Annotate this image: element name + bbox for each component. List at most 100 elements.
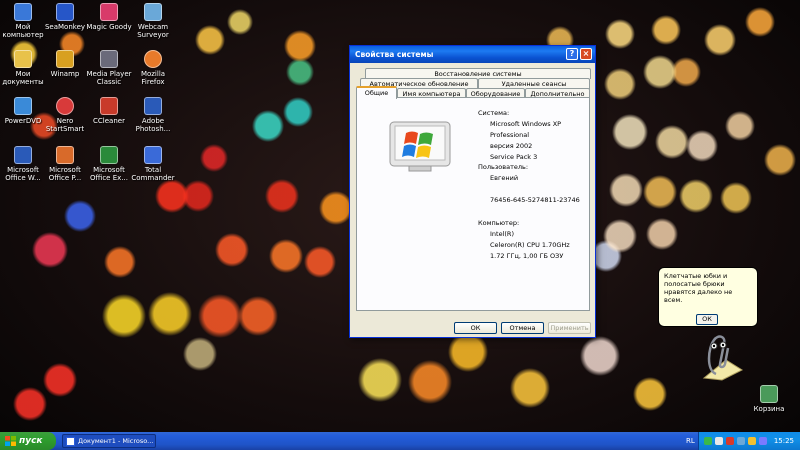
desktop-icon-firefox[interactable]: Mozilla Firefox [130,50,176,86]
system-properties-dialog: Свойства системы ? × Восстановление сист… [349,45,596,338]
tray-webcam-icon[interactable] [737,437,745,445]
desktop-icon-label: компьютер [2,31,44,39]
powerpoint-icon [56,146,74,164]
close-icon: × [582,49,590,58]
desktop-icon-label: Мои [15,70,31,78]
desktop-icon-magic-goody[interactable]: Magic Goody [86,3,132,31]
desktop-icon-winamp[interactable]: Winamp [42,50,88,78]
windows-logo-icon [389,121,451,172]
computer-line: Intel(R) [490,230,514,238]
system-tray: 15:25 [698,432,800,450]
tab-label: Общие [364,89,389,97]
general-tab-panel: Система: Microsoft Windows XP Profession… [356,97,590,311]
start-label: пуск [19,436,43,446]
apply-button[interactable]: Применить [548,322,591,334]
desktop-icon-label: Surveyor [137,31,169,39]
webcam-icon [144,3,162,21]
tray-volume-icon[interactable] [715,437,723,445]
system-line: Microsoft Windows XP [490,120,562,128]
help-button[interactable]: ? [566,48,578,60]
desktop-icon-label: Office P... [48,174,82,182]
tab-label: Удаленные сеансы [501,80,567,88]
system-info: Система: Microsoft Windows XP Profession… [478,108,561,163]
desktop-icon-ms-powerpoint[interactable]: Microsoft Office P... [42,146,88,182]
cancel-button-label: Отмена [509,324,536,332]
ok-button[interactable]: ОК [454,322,497,334]
desktop-icon-total-commander[interactable]: Total Commander [130,146,176,182]
assistant-ok-label: ОК [702,315,712,323]
apply-button-label: Применить [550,324,589,332]
product-id: 76456-645-5274811-23746 [490,196,580,204]
tray-network-icon[interactable] [704,437,712,445]
desktop-icon-label: CCleaner [93,117,125,125]
desktop-icon-my-documents[interactable]: Мои документы [0,50,46,86]
tray-media-icon[interactable] [759,437,767,445]
desktop-icon-webcam-surveyor[interactable]: Webcam Surveyor [130,3,176,39]
seamonkey-icon [56,3,74,21]
desktop-icon-label: документы [2,78,44,86]
cancel-button[interactable]: Отмена [501,322,544,334]
recycle-bin-icon [760,385,778,403]
close-button[interactable]: × [580,48,592,60]
media-player-icon [100,50,118,68]
photoshop-icon [144,97,162,115]
desktop-icon-label: PowerDVD [4,117,42,125]
user-info: Пользователь: Евгений 76456-645-5274811-… [478,162,580,206]
desktop-icon-ccleaner[interactable]: CCleaner [86,97,132,125]
desktop-icon-my-computer[interactable]: Мой компьютер [0,3,46,39]
nero-icon [56,97,74,115]
taskbar: пуск Документ1 - Microso... RL 15:25 [0,432,800,450]
desktop-icon-label: Nero [56,117,74,125]
desktop-icon-label: Корзина [753,405,785,413]
help-icon: ? [569,49,575,58]
ok-button-label: ОК [470,324,481,332]
system-line: версия 2002 [490,142,533,150]
computer-info: Компьютер: Intel(R) Celeron(R) CPU 1.70G… [478,218,570,262]
desktop-icon-ms-excel[interactable]: Microsoft Office Ex... [86,146,132,182]
firefox-icon [144,50,162,68]
word-document-icon [66,437,75,446]
desktop-icon-photoshop[interactable]: Adobe Photosh... [130,97,176,133]
user-name: Евгений [490,174,519,182]
desktop-icon-nero[interactable]: Nero StartSmart [42,97,88,133]
computer-heading: Компьютер: [478,219,520,227]
taskbar-clock[interactable]: 15:25 [774,432,794,450]
desktop-icon-label: Commander [131,174,175,182]
desktop-icon-label: Microsoft [49,166,81,174]
office-assistant-clip-icon[interactable] [696,330,748,382]
powerdvd-icon [14,97,32,115]
computer-icon [14,3,32,21]
assistant-balloon: Клетчатые юбки и полосатые брюки нравятс… [658,267,758,327]
dialog-titlebar[interactable]: Свойства системы ? × [350,46,595,63]
winamp-icon [56,50,74,68]
taskbar-item-word-document[interactable]: Документ1 - Microso... [62,434,156,448]
tray-security-icon[interactable] [726,437,734,445]
tab-general[interactable]: Общие [356,86,397,99]
magic-goody-icon [100,3,118,21]
dialog-title: Свойства системы [355,50,434,59]
start-button[interactable]: пуск [0,432,56,450]
desktop-icon-seamonkey[interactable]: SeaMonkey [42,3,88,31]
taskbar-item-label: Документ1 - Microso... [78,437,154,445]
desktop-icon-ms-word[interactable]: Microsoft Office W... [0,146,46,182]
desktop-icon-label: Total [144,166,162,174]
desktop-icon-media-player-classic[interactable]: Media Player Classic [86,50,132,86]
assistant-ok-button[interactable]: ОК [696,314,718,325]
tray-update-icon[interactable] [748,437,756,445]
desktop-icon-label: Office Ex... [90,174,128,182]
desktop-icon-recycle-bin[interactable]: Корзина [746,385,792,413]
desktop-icon-powerdvd[interactable]: PowerDVD [0,97,46,125]
user-heading: Пользователь: [478,163,529,171]
language-indicator[interactable]: RL [686,432,695,450]
total-commander-icon [144,146,162,164]
desktop-icon-label: StartSmart [45,125,85,133]
desktop-icon-label: Мой [15,23,31,31]
desktop-icon-label: Winamp [50,70,80,78]
desktop-icon-label: Microsoft [93,166,125,174]
folder-icon [14,50,32,68]
ccleaner-icon [100,97,118,115]
desktop-icon-label: Media Player [86,70,132,78]
desktop-icon-label: Classic [96,78,122,86]
assistant-tip-text: Клетчатые юбки и полосатые брюки нравятс… [664,272,733,304]
computer-line: 1.72 ГГц, 1,00 ГБ ОЗУ [490,252,564,260]
